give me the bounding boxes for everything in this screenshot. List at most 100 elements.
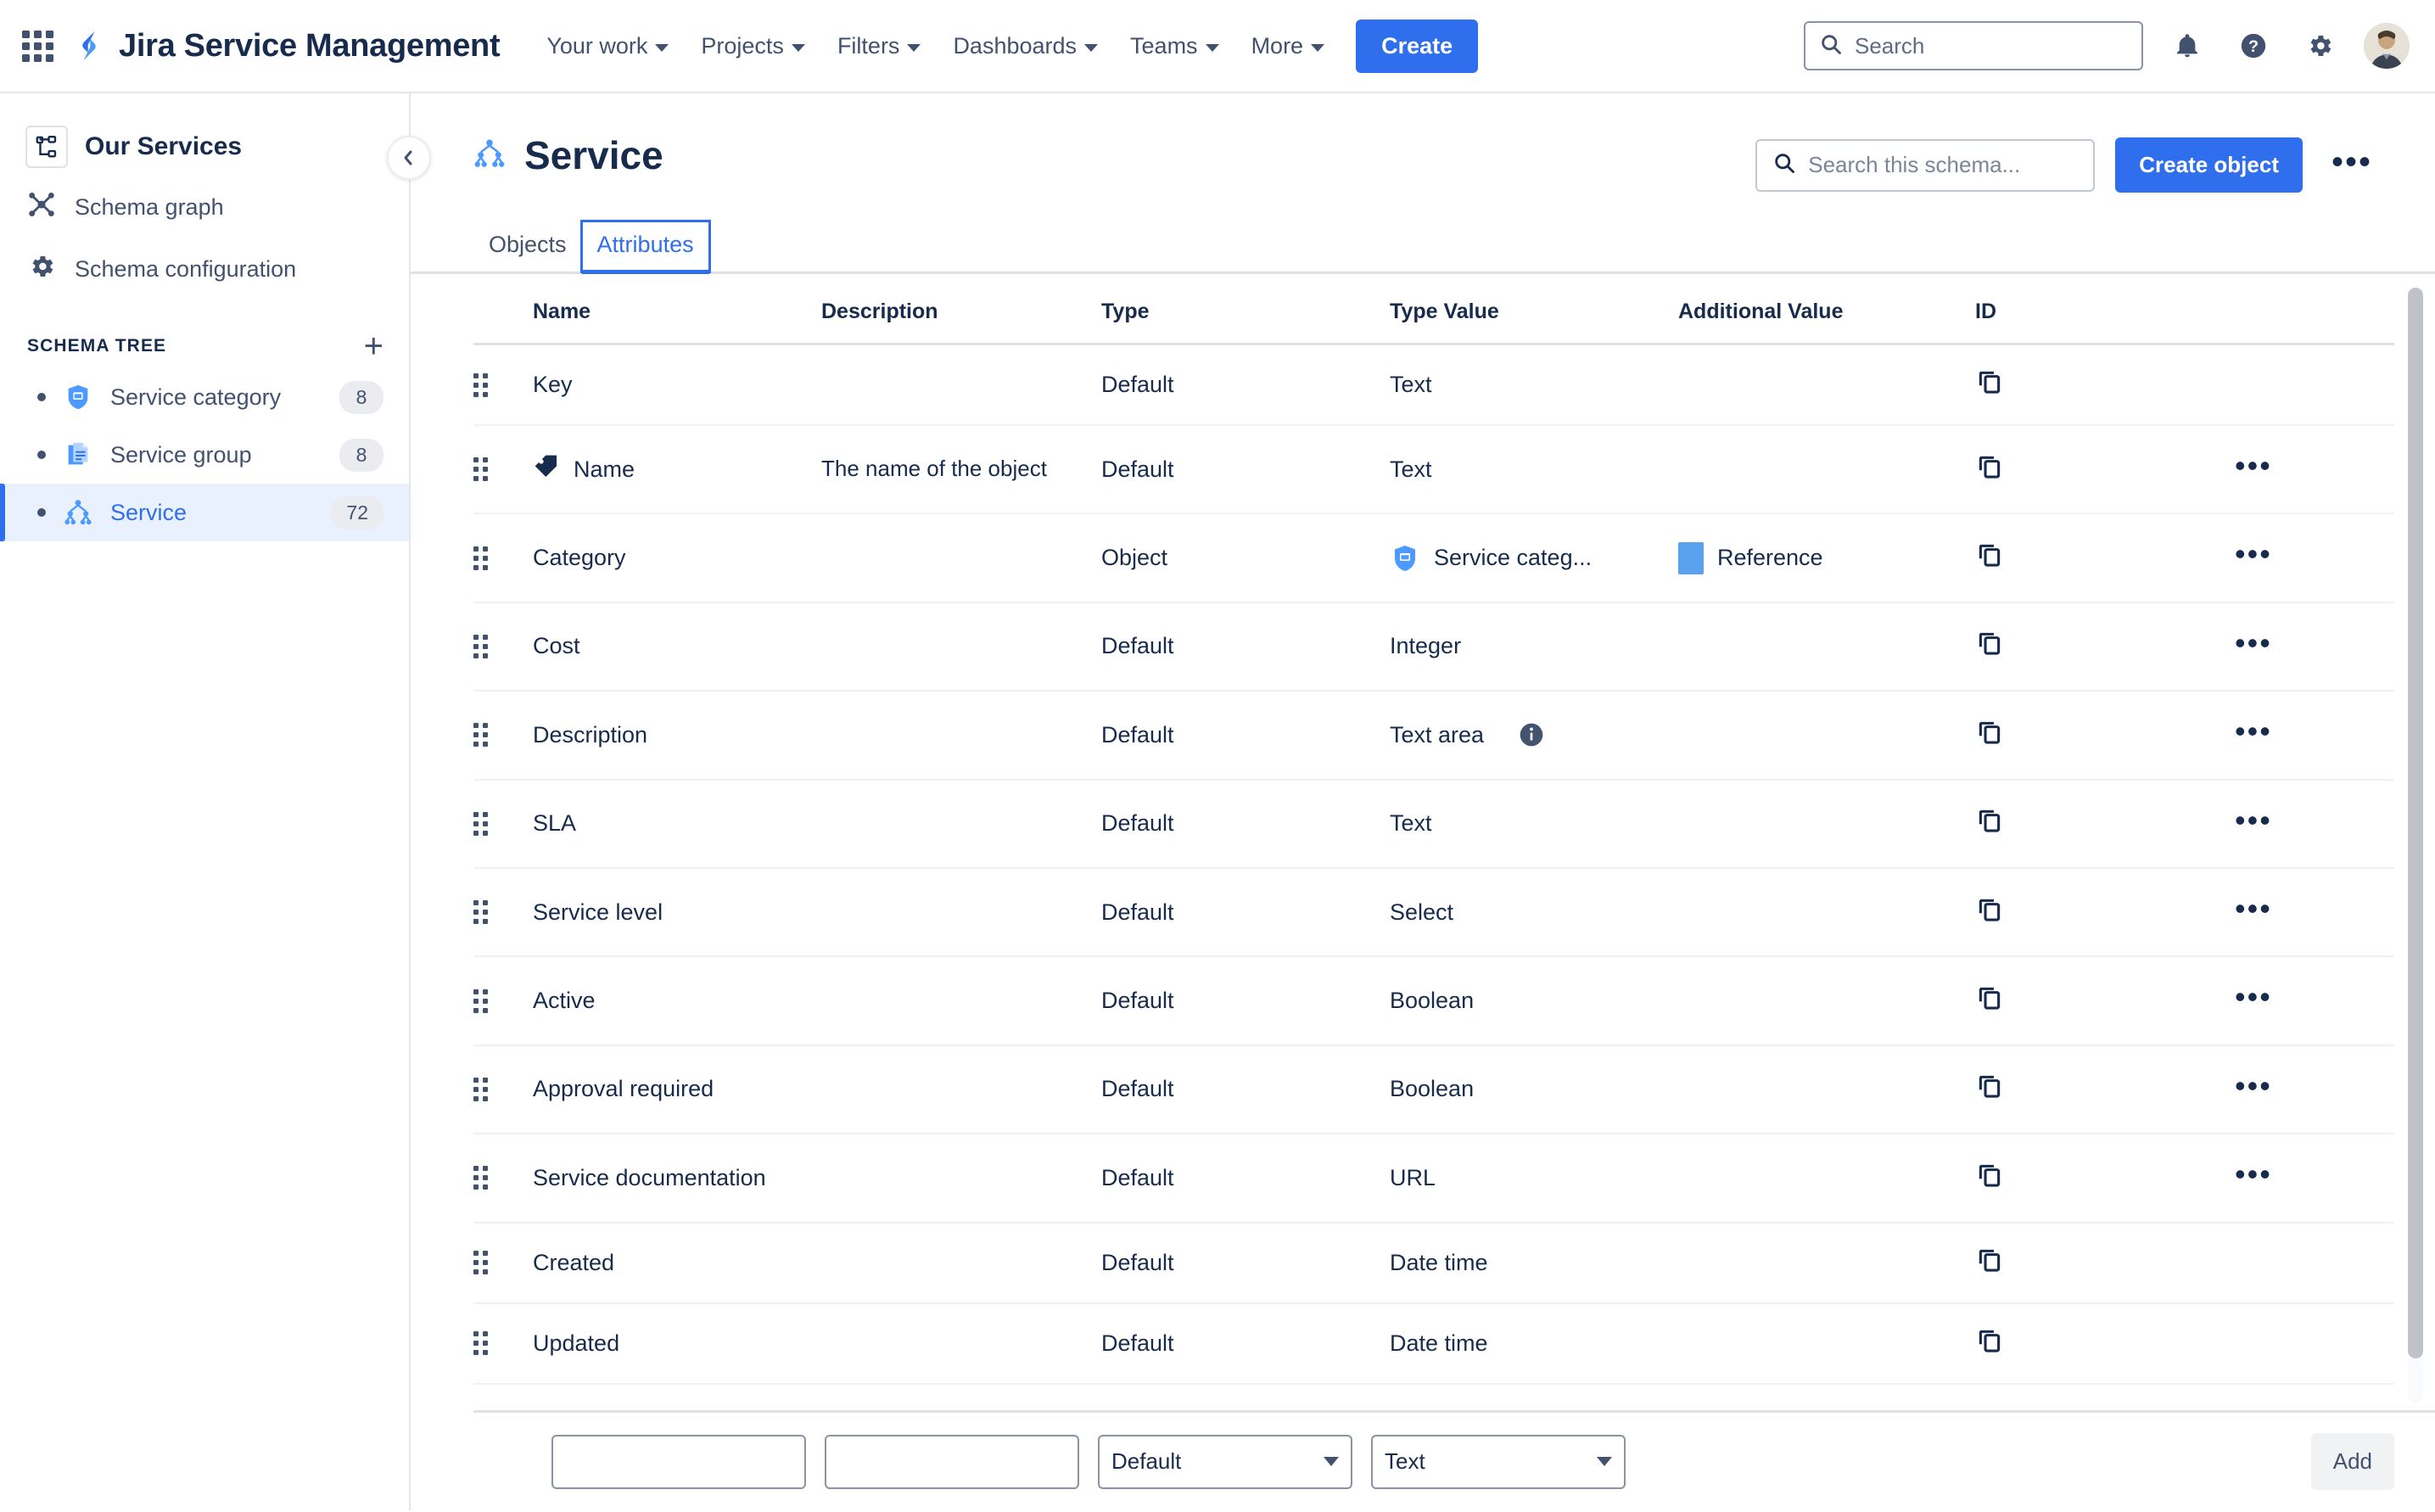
copy-id-icon[interactable] — [1975, 895, 2004, 924]
drag-handle-icon[interactable] — [473, 372, 488, 397]
row-actions-icon[interactable]: ••• — [2230, 891, 2277, 933]
copy-id-icon[interactable] — [1975, 983, 2004, 1012]
table-row[interactable]: Key Default Text — [473, 344, 2394, 426]
attribute-type-value: Select — [1390, 899, 1454, 925]
row-actions-icon[interactable]: ••• — [2230, 979, 2277, 1022]
table-row[interactable]: Category Object Service categ... Referen… — [473, 513, 2394, 603]
sidebar-item-schema-graph[interactable]: Schema graph — [0, 176, 409, 238]
row-actions-icon[interactable]: ••• — [2230, 625, 2277, 668]
cell-additional-value — [1678, 425, 1975, 515]
row-actions-icon[interactable]: ••• — [2230, 1156, 2277, 1199]
create-object-button[interactable]: Create object — [2115, 137, 2303, 193]
scrollbar-thumb[interactable] — [2408, 288, 2423, 1359]
help-icon[interactable]: ? — [2231, 24, 2275, 68]
drag-handle-icon[interactable] — [473, 1331, 488, 1356]
copy-id-icon[interactable] — [1975, 1326, 2004, 1355]
new-attribute-type-select[interactable]: Default — [1098, 1434, 1352, 1489]
tab-attributes[interactable]: Attributes — [579, 220, 711, 274]
new-attribute-description-input[interactable] — [825, 1434, 1079, 1489]
drag-handle-icon[interactable] — [473, 811, 488, 836]
drag-handle-icon[interactable] — [473, 1077, 488, 1101]
tab-objects[interactable]: Objects — [473, 221, 582, 272]
table-row[interactable]: Description Default Text area ••• — [473, 691, 2394, 781]
sidebar-item-label: Service group — [110, 441, 252, 468]
row-actions-icon[interactable]: ••• — [2230, 536, 2277, 579]
schema-tree-label: SCHEMA TREE — [27, 336, 167, 356]
schema-search-input[interactable] — [1808, 152, 2079, 178]
copy-id-icon[interactable] — [1975, 452, 2004, 481]
nav-projects[interactable]: Projects — [686, 21, 820, 71]
copy-id-icon[interactable] — [1975, 1246, 2004, 1274]
drag-handle-icon[interactable] — [473, 634, 488, 658]
drag-handle-icon[interactable] — [473, 1166, 488, 1190]
table-row[interactable]: Name The name of the object Default Text… — [473, 425, 2394, 515]
row-actions-icon[interactable]: ••• — [2230, 1407, 2277, 1410]
global-search-input[interactable] — [1855, 32, 2128, 59]
new-attribute-name-input[interactable] — [551, 1434, 806, 1489]
copy-id-icon[interactable] — [1975, 718, 2004, 747]
sidebar-item-service-category[interactable]: Service category 8 — [0, 368, 409, 426]
vertical-scrollbar[interactable] — [2408, 288, 2423, 1403]
table-row[interactable]: Service documentation Default URL ••• — [473, 1134, 2394, 1224]
table-row[interactable]: Active Default Boolean ••• — [473, 956, 2394, 1046]
tab-label: Objects — [489, 232, 567, 257]
row-drag-handle-cell — [473, 513, 533, 603]
add-attribute-button[interactable]: Add — [2310, 1433, 2394, 1490]
copy-id-icon[interactable] — [1975, 806, 2004, 835]
top-navigation-bar: Jira Service Management Your work Projec… — [0, 0, 2435, 93]
nav-dashboards[interactable]: Dashboards — [938, 21, 1112, 71]
nav-filters[interactable]: Filters — [823, 21, 936, 71]
drag-handle-icon[interactable] — [473, 457, 488, 482]
copy-id-icon[interactable] — [1975, 629, 2004, 658]
copy-id-icon[interactable] — [1975, 1161, 2004, 1190]
shield-icon — [61, 380, 95, 414]
sidebar-schema-header[interactable]: Our Services — [0, 117, 409, 176]
sidebar-item-service[interactable]: Service 72 — [0, 484, 409, 541]
drag-handle-icon[interactable] — [473, 900, 488, 925]
row-actions-icon[interactable]: ••• — [2230, 1068, 2277, 1111]
copy-id-icon[interactable] — [1975, 540, 2004, 569]
more-actions-icon[interactable]: ••• — [2323, 140, 2381, 191]
cell-type: Default — [1101, 344, 1390, 426]
notifications-icon[interactable] — [2165, 24, 2209, 68]
global-search[interactable] — [1804, 21, 2143, 70]
cell-name: Description — [533, 691, 821, 781]
row-actions-icon[interactable]: ••• — [2230, 714, 2277, 756]
attribute-name: Active — [533, 988, 596, 1014]
drag-handle-icon[interactable] — [473, 546, 488, 570]
attribute-type: Default — [1101, 372, 1174, 397]
create-button[interactable]: Create — [1356, 19, 1479, 73]
row-actions-icon[interactable]: ••• — [2230, 448, 2277, 490]
add-object-type-icon[interactable]: + — [364, 329, 383, 363]
drag-handle-icon[interactable] — [473, 988, 488, 1013]
avatar[interactable] — [2364, 23, 2410, 69]
brand-logo-link[interactable]: Jira Service Management — [71, 28, 501, 64]
nav-teams[interactable]: Teams — [1116, 21, 1234, 71]
table-row[interactable]: Service group Object Service group Refer… — [473, 1383, 2394, 1410]
gear-icon[interactable] — [2298, 24, 2342, 68]
cell-name: Updated — [533, 1302, 821, 1385]
table-row[interactable]: SLA Default Text ••• — [473, 779, 2394, 869]
nav-your-work[interactable]: Your work — [532, 21, 683, 71]
table-row[interactable]: Approval required Default Boolean ••• — [473, 1044, 2394, 1135]
table-row[interactable]: Updated Default Date time — [473, 1302, 2394, 1385]
new-attribute-typevalue-select[interactable]: Text — [1371, 1434, 1626, 1489]
drag-handle-icon[interactable] — [473, 723, 488, 748]
apps-grid-icon[interactable] — [19, 27, 56, 64]
schema-search[interactable] — [1755, 138, 2096, 192]
row-actions-icon[interactable]: ••• — [2230, 803, 2277, 845]
cell-type-value: Boolean — [1390, 956, 1678, 1046]
info-icon[interactable] — [1518, 721, 1545, 748]
drag-handle-icon[interactable] — [473, 1251, 488, 1275]
copy-id-icon[interactable] — [1975, 1072, 2004, 1100]
copy-id-icon[interactable] — [1975, 367, 2004, 396]
collapse-sidebar-button[interactable] — [387, 136, 431, 180]
sidebar-item-schema-configuration[interactable]: Schema configuration — [0, 238, 409, 300]
cell-type: Default — [1101, 1134, 1390, 1224]
sidebar-item-service-group[interactable]: Service group 8 — [0, 426, 409, 484]
table-row[interactable]: Created Default Date time — [473, 1222, 2394, 1304]
table-row[interactable]: Cost Default Integer ••• — [473, 602, 2394, 692]
table-row[interactable]: Service level Default Select ••• — [473, 867, 2394, 958]
cell-description — [821, 867, 1101, 958]
nav-more[interactable]: More — [1237, 21, 1340, 71]
